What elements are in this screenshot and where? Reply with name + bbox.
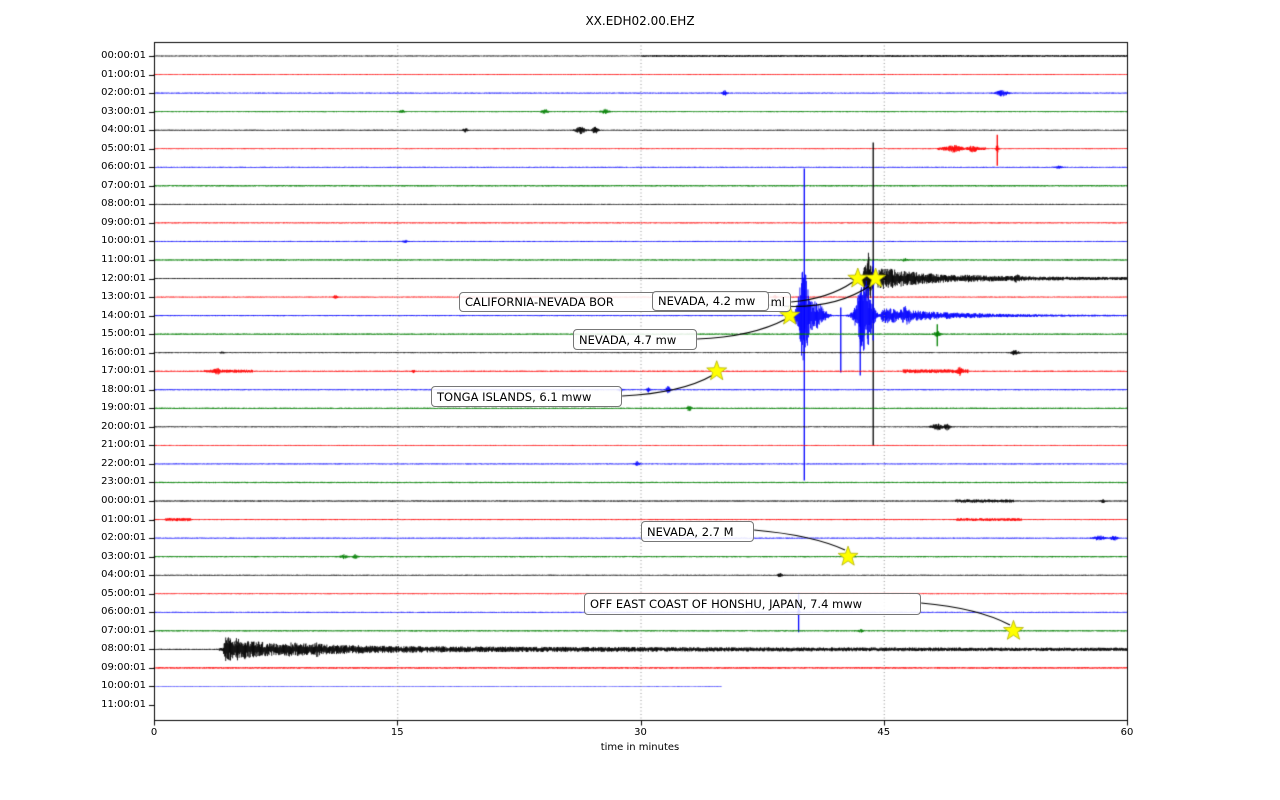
y-tick-label: 03:00:01 (40, 551, 146, 563)
annotation-nevada-4-2: NEVADA, 4.2 mw (652, 291, 769, 311)
y-tick-label: 12:00:01 (40, 273, 146, 285)
y-tick-label: 09:00:01 (40, 217, 146, 229)
plot-title: XX.EDH02.00.EHZ (0, 14, 1280, 28)
annotation-text: NEVADA, 4.2 mw (658, 294, 755, 308)
y-tick-label: 05:00:01 (40, 143, 146, 155)
x-axis-label: time in minutes (0, 742, 1280, 753)
y-tick-label: 23:00:01 (40, 476, 146, 488)
annotation-nevada-4-7: NEVADA, 4.7 mw (573, 329, 697, 350)
y-tick-label: 02:00:01 (40, 87, 146, 99)
y-tick-label: 04:00:01 (40, 124, 146, 136)
y-tick-label: 00:00:01 (40, 495, 146, 507)
y-tick-label: 07:00:01 (40, 180, 146, 192)
y-tick-label: 01:00:01 (40, 69, 146, 81)
y-tick-label: 09:00:01 (40, 662, 146, 674)
y-tick-label: 05:00:01 (40, 588, 146, 600)
annotation-text: TONGA ISLANDS, 6.1 mww (437, 390, 591, 404)
y-tick-label: 06:00:01 (40, 161, 146, 173)
y-tick-label: 00:00:01 (40, 50, 146, 62)
annotation-text: CALIFORNIA-NEVADA BOR (465, 295, 614, 309)
y-tick-label: 16:00:01 (40, 347, 146, 359)
annotation-tonga-islands: TONGA ISLANDS, 6.1 mww (431, 386, 622, 407)
y-tick-label: 06:00:01 (40, 606, 146, 618)
y-tick-label: 11:00:01 (40, 699, 146, 711)
y-tick-label: 18:00:01 (40, 384, 146, 396)
x-tick-label: 15 (375, 727, 419, 738)
y-tick-label: 15:00:01 (40, 328, 146, 340)
y-tick-label: 22:00:01 (40, 458, 146, 470)
x-tick-label: 30 (619, 727, 663, 738)
y-tick-label: 10:00:01 (40, 680, 146, 692)
y-tick-label: 11:00:01 (40, 254, 146, 266)
seismogram-dayplot: XX.EDH02.00.EHZ time in minutes 00:00:01… (0, 0, 1280, 800)
y-tick-label: 10:00:01 (40, 235, 146, 247)
y-tick-label: 03:00:01 (40, 106, 146, 118)
y-tick-label: 17:00:01 (40, 365, 146, 377)
annotation-text: OFF EAST COAST OF HONSHU, JAPAN, 7.4 mww (590, 597, 862, 611)
annotation-text-suffix: ml (771, 295, 785, 309)
y-tick-label: 04:00:01 (40, 569, 146, 581)
y-tick-label: 08:00:01 (40, 198, 146, 210)
y-tick-label: 21:00:01 (40, 439, 146, 451)
annotation-nevada-2-7: NEVADA, 2.7 M (641, 521, 754, 542)
y-tick-label: 13:00:01 (40, 291, 146, 303)
x-tick-label: 60 (1105, 727, 1149, 738)
seismogram-canvas (0, 0, 1280, 800)
annotation-text: NEVADA, 4.7 mw (579, 333, 676, 347)
y-tick-label: 20:00:01 (40, 421, 146, 433)
annotation-text: NEVADA, 2.7 M (647, 525, 734, 539)
y-tick-label: 07:00:01 (40, 625, 146, 637)
y-tick-label: 02:00:01 (40, 532, 146, 544)
x-tick-label: 45 (862, 727, 906, 738)
y-tick-label: 01:00:01 (40, 514, 146, 526)
annotation-off-east-coast-honshu: OFF EAST COAST OF HONSHU, JAPAN, 7.4 mww (584, 593, 921, 615)
y-tick-label: 08:00:01 (40, 643, 146, 655)
y-tick-label: 19:00:01 (40, 402, 146, 414)
x-tick-label: 0 (132, 727, 176, 738)
y-tick-label: 14:00:01 (40, 310, 146, 322)
